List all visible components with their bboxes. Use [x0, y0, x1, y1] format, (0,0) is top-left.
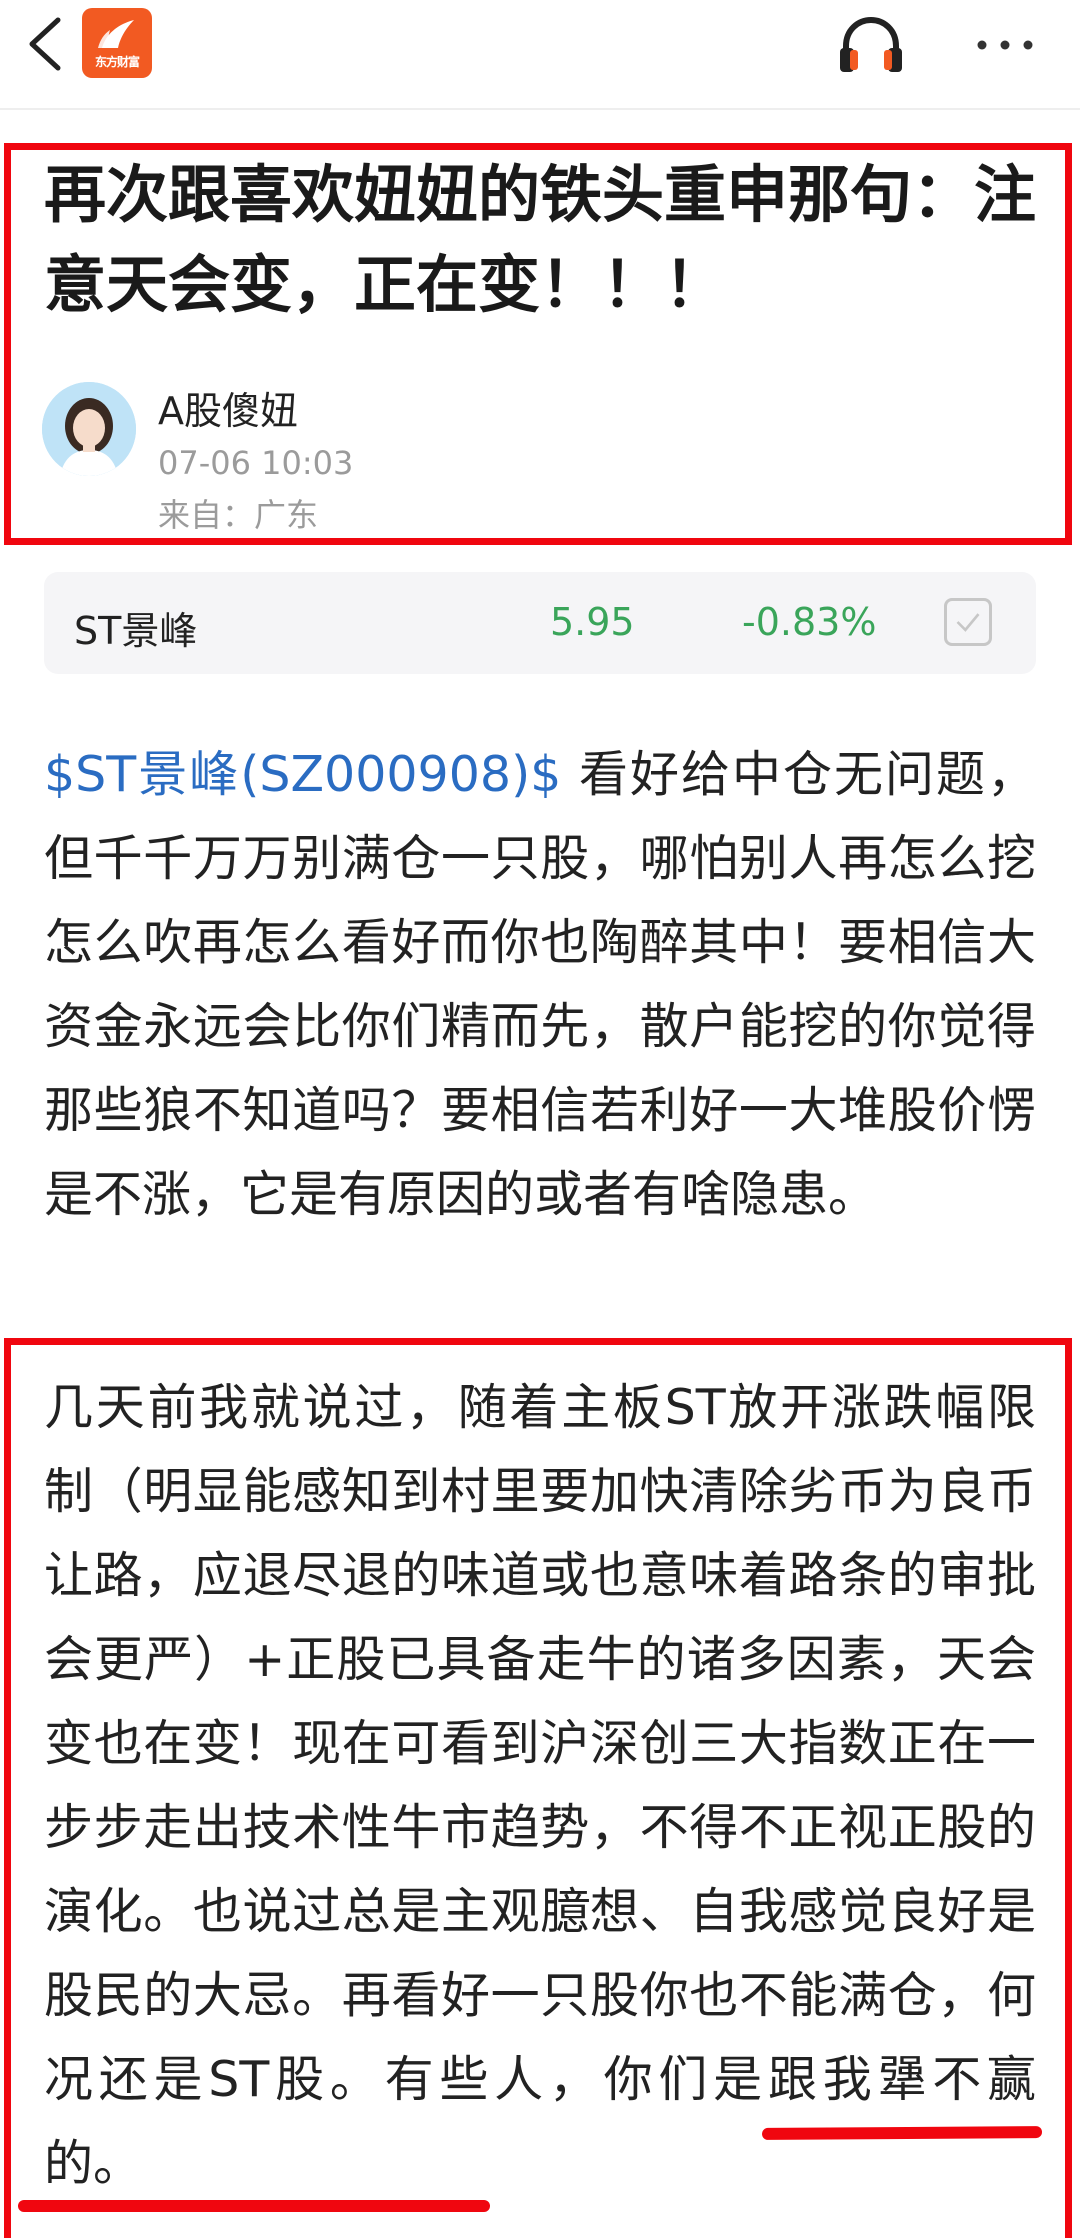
- paragraph-1: $ST景峰(SZ000908)$ 看好给中仓无问题，但千千万万别满仓一只股，哪怕…: [44, 733, 1036, 1237]
- stock-name: ST景峰: [74, 609, 198, 653]
- avatar-portrait-icon: [42, 382, 136, 476]
- stock-change: -0.83%: [742, 600, 877, 644]
- post-datetime: 07-06 10:03: [158, 444, 354, 482]
- paragraph-2: 几天前我就说过，随着主板ST放开涨跌幅限制（明显能感知到村里要加快清除劣币为良币…: [44, 1379, 1036, 2192]
- author-name[interactable]: A股傻妞: [158, 380, 298, 435]
- more-dots-icon[interactable]: [970, 20, 1040, 70]
- post-source: 来自：广东: [158, 496, 319, 534]
- stock-price: 5.95: [550, 600, 635, 644]
- eastmoney-logo: 东方财富: [82, 8, 152, 78]
- paragraph-1-text: 看好给中仓无问题，但千千万万别满仓一只股，哪怕别人再怎么挖怎么吹再怎么看好而你也…: [44, 746, 1037, 1223]
- logo-sail-icon: [98, 20, 134, 48]
- article-title: 再次跟喜欢妞妞的铁头重申那句：注意天会变，正在变！！！: [44, 158, 1037, 321]
- back-arrow-icon[interactable]: [22, 12, 70, 76]
- logo-text: 东方财富: [94, 55, 140, 69]
- annotation-underline: [761, 2126, 1043, 2140]
- author-avatar[interactable]: [42, 382, 136, 476]
- annotation-underline: [18, 2200, 490, 2212]
- stock-tag-link[interactable]: $ST景峰(SZ000908)$: [44, 746, 561, 803]
- top-bar: 东方财富: [0, 0, 1080, 110]
- stock-quote-card[interactable]: ST景峰 5.95 -0.83%: [44, 572, 1036, 674]
- add-watchlist-checkbox-icon[interactable]: [944, 598, 992, 646]
- headphone-icon[interactable]: [836, 12, 906, 76]
